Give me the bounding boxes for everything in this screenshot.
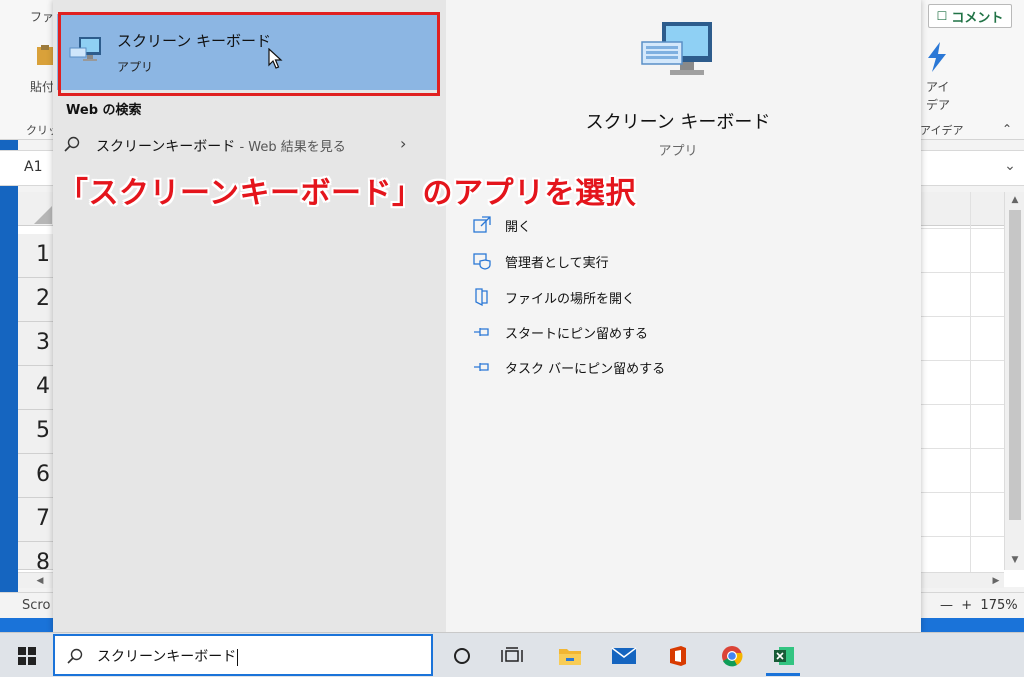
pin-icon <box>474 363 489 371</box>
web-search-section-label: Web の検索 <box>66 103 142 118</box>
action-open[interactable]: 開く <box>473 212 773 238</box>
search-icon <box>64 136 80 152</box>
action-label: スタートにピン留めする <box>505 327 649 342</box>
mouse-cursor-icon <box>268 48 283 69</box>
start-button[interactable] <box>0 633 53 677</box>
open-icon <box>473 216 491 233</box>
excel-icon <box>774 646 794 665</box>
scroll-left-icon[interactable]: ◀ <box>32 573 48 589</box>
detail-type: アプリ <box>658 144 698 159</box>
web-search-result[interactable]: スクリーンキーボード - Web 結果を見る › <box>56 128 426 162</box>
text-caret <box>237 648 239 666</box>
grid-column-line <box>970 192 971 572</box>
scroll-thumb[interactable] <box>1009 210 1021 520</box>
grid-row-line <box>920 448 1004 449</box>
grid-row-line <box>920 360 1004 361</box>
action-label: ファイルの場所を開く <box>505 292 636 307</box>
zoom-level: 175% <box>980 598 1018 613</box>
comment-button-label: コメント <box>951 10 1004 26</box>
action-label: タスク バーにピン留めする <box>505 362 666 377</box>
search-icon <box>67 648 83 664</box>
scroll-up-icon[interactable]: ▲ <box>1007 192 1023 208</box>
web-result-suffix: - Web 結果を見る <box>235 140 346 155</box>
shield-icon <box>473 253 491 270</box>
row-header[interactable]: 7 <box>18 498 54 542</box>
result-detail-pane <box>446 0 921 633</box>
chevron-right-icon[interactable]: › <box>400 134 406 153</box>
select-all-corner[interactable] <box>34 206 52 224</box>
annotation-caption: 「スクリーンキーボード」のアプリを選択 <box>58 176 636 211</box>
action-open-file-location[interactable]: ファイルの場所を開く <box>473 284 773 310</box>
paste-icon[interactable] <box>36 44 54 66</box>
ideas-label-1: アイ <box>926 80 950 94</box>
row-header[interactable]: 2 <box>18 278 54 322</box>
office-button[interactable] <box>656 633 700 677</box>
highlight-box <box>58 12 440 96</box>
grid-row-line <box>920 536 1004 537</box>
pin-icon <box>474 328 489 336</box>
task-view-icon <box>501 646 523 662</box>
paste-label: 貼付 <box>30 80 55 94</box>
scroll-down-icon[interactable]: ▼ <box>1007 552 1023 568</box>
taskbar-search-box[interactable]: スクリーンキーボード <box>53 634 433 676</box>
detail-title: スクリーン キーボード <box>585 112 771 133</box>
active-app-indicator <box>766 673 800 676</box>
row-header[interactable]: 5 <box>18 410 54 454</box>
grid-row-line <box>920 492 1004 493</box>
file-location-icon <box>475 288 488 306</box>
mail-icon <box>611 646 637 664</box>
zoom-control[interactable]: — + 175% <box>940 598 1018 613</box>
mail-button[interactable] <box>602 633 646 677</box>
row-header[interactable]: 8 <box>18 542 54 570</box>
office-icon <box>670 645 686 666</box>
comment-button[interactable]: ☐ コメント <box>928 4 1012 28</box>
cortana-icon <box>454 647 470 664</box>
comment-icon: ☐ <box>936 9 948 23</box>
grid-row-line <box>920 316 1004 317</box>
file-explorer-button[interactable] <box>548 633 592 677</box>
grid-row-line <box>920 272 1004 273</box>
ribbon-tab-file[interactable]: ファ <box>30 8 54 25</box>
ideas-label-2: デア <box>926 98 951 112</box>
scroll-right-icon[interactable]: ▶ <box>988 573 1004 589</box>
chrome-icon <box>722 645 743 666</box>
row-header[interactable]: 3 <box>18 322 54 366</box>
task-view-button[interactable] <box>490 633 534 677</box>
action-pin-to-taskbar[interactable]: タスク バーにピン留めする <box>473 354 773 380</box>
cortana-button[interactable] <box>440 633 484 677</box>
grid-row-line <box>920 228 1004 229</box>
row-header[interactable]: 1 <box>18 234 54 278</box>
on-screen-keyboard-large-icon <box>641 22 712 75</box>
name-box[interactable]: A1 <box>18 156 54 180</box>
grid-row-line <box>920 404 1004 405</box>
action-run-as-admin[interactable]: 管理者として実行 <box>473 248 773 274</box>
search-query: スクリーンキーボード <box>97 649 237 665</box>
vertical-scrollbar[interactable]: ▲ ▼ <box>1004 192 1024 570</box>
action-label: 開く <box>505 220 532 235</box>
action-label: 管理者として実行 <box>505 256 609 271</box>
status-text: Scro <box>22 598 51 613</box>
file-explorer-icon <box>559 648 581 665</box>
chrome-button[interactable] <box>710 633 754 677</box>
ideas-group-label: アイデア <box>920 124 964 137</box>
action-pin-to-start[interactable]: スタートにピン留めする <box>473 319 773 345</box>
row-header[interactable]: 6 <box>18 454 54 498</box>
chevron-down-icon[interactable]: ⌄ <box>1000 158 1020 178</box>
excel-button[interactable] <box>762 633 806 677</box>
row-header[interactable]: 4 <box>18 366 54 410</box>
web-result-query: スクリーンキーボード <box>96 139 236 155</box>
collapse-ribbon-icon[interactable]: ⌃ <box>1002 122 1012 136</box>
windows-icon <box>17 646 36 665</box>
ideas-icon[interactable] <box>922 40 952 74</box>
